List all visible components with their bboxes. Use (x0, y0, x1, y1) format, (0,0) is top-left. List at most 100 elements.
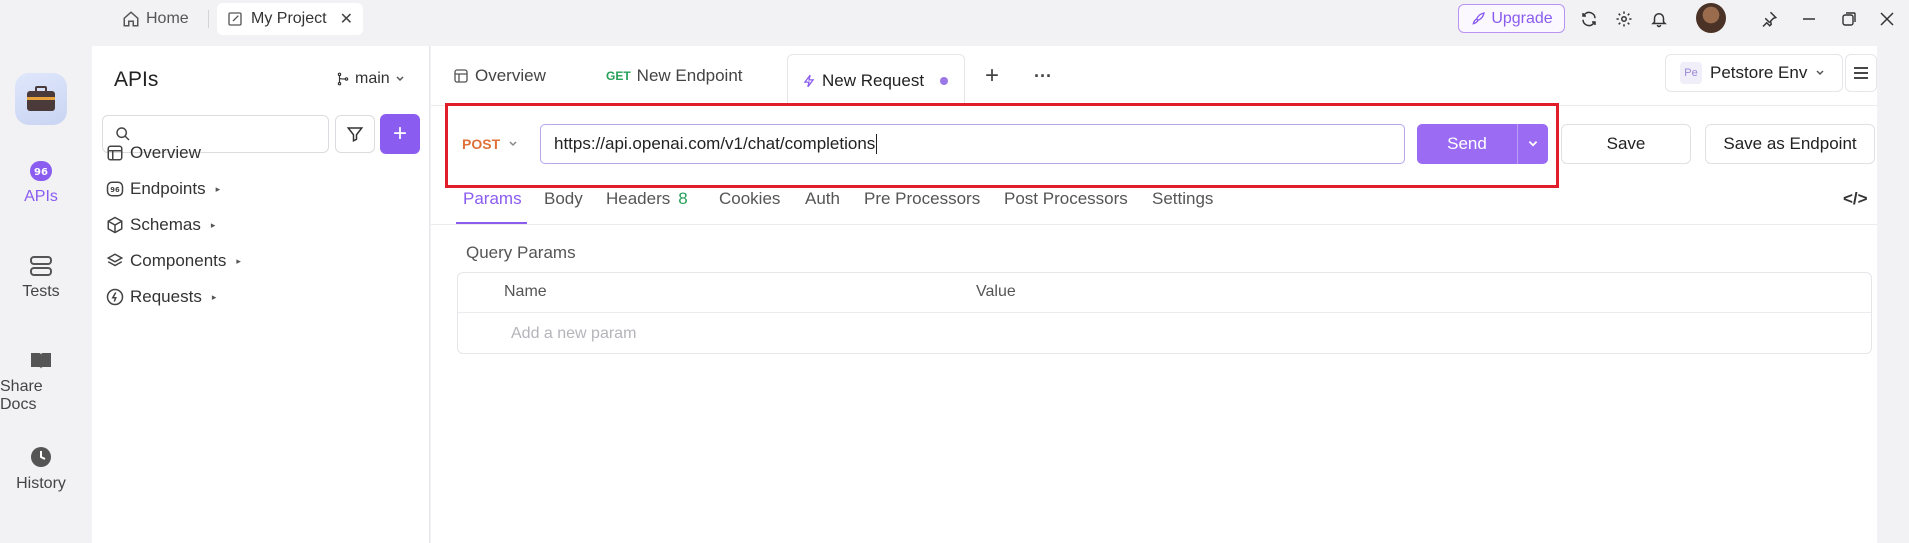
search-icon (115, 126, 131, 142)
upgrade-button[interactable]: Upgrade (1458, 4, 1565, 33)
api-sidebar: APIs main + Overview 96 Endpoints ▸ Sche… (92, 46, 430, 543)
add-tab-button[interactable]: + (985, 58, 999, 94)
svg-text:96: 96 (34, 167, 48, 178)
subtab-label: Headers (606, 189, 671, 208)
unsaved-dot (940, 76, 949, 85)
lightning-icon (802, 73, 816, 89)
subtabs-divider (431, 224, 1877, 225)
pin-icon[interactable] (1758, 8, 1780, 30)
sidebar-item-label: Requests (130, 287, 202, 306)
branch-label: main (355, 70, 390, 87)
overview-icon (453, 68, 469, 84)
query-params-table: Name Value Add a new param (457, 272, 1872, 354)
column-header-value: Value (976, 283, 1016, 300)
branch-icon (336, 72, 350, 86)
hamburger-menu-button[interactable] (1845, 54, 1877, 92)
sidebar-item-label: Overview (130, 143, 201, 162)
home-icon (122, 10, 140, 28)
lightning-icon (106, 288, 124, 306)
subtab-body[interactable]: Body (544, 189, 583, 209)
tab-new-endpoint[interactable]: GET New Endpoint (606, 58, 743, 94)
sidebar-item-label: Schemas (130, 215, 201, 234)
clock-icon (29, 445, 53, 469)
title-bar: Home My Project ✕ Upgrade (0, 0, 1909, 36)
table-header: Name Value (458, 273, 1871, 313)
add-button[interactable]: + (380, 114, 420, 154)
rail-label: History (16, 475, 66, 492)
home-tab-label: Home (146, 10, 189, 27)
layers-icon (106, 252, 124, 270)
sync-icon[interactable] (1578, 8, 1600, 30)
chevron-down-icon (395, 74, 405, 84)
rail-item-history[interactable]: History (0, 445, 82, 493)
sidebar-item-overview[interactable]: Overview (106, 143, 201, 163)
headers-count: 8 (678, 189, 688, 208)
rail-label: APIs (24, 188, 58, 205)
avatar[interactable] (1696, 3, 1726, 33)
restore-icon[interactable] (1838, 8, 1860, 30)
subtab-auth[interactable]: Auth (805, 189, 840, 209)
tests-icon (29, 255, 53, 277)
sidebar-item-requests[interactable]: Requests ▸ (106, 287, 216, 307)
method-badge: GET (606, 69, 631, 83)
environment-selector[interactable]: Pe Petstore Env (1665, 54, 1843, 92)
subtab-params[interactable]: Params (463, 189, 522, 209)
gear-icon[interactable] (1613, 8, 1635, 30)
overview-icon (106, 144, 124, 162)
highlight-box (445, 103, 1559, 188)
tab-new-request[interactable]: New Request (787, 54, 965, 106)
edit-icon (227, 11, 243, 27)
upgrade-label: Upgrade (1491, 9, 1553, 27)
rail-item-apis[interactable]: 96 APIs (0, 160, 82, 206)
more-tabs-button[interactable]: ··· (1034, 58, 1052, 94)
branch-selector[interactable]: main (336, 70, 405, 88)
filter-button[interactable] (335, 115, 375, 153)
caret-right-icon: ▸ (210, 219, 216, 230)
sidebar-item-label: Components (130, 251, 227, 270)
close-tab-icon[interactable]: ✕ (340, 9, 353, 29)
code-icon[interactable]: </> (1843, 189, 1868, 209)
bell-icon[interactable] (1648, 8, 1670, 30)
tab-divider (208, 10, 209, 28)
subtab-pre-processors[interactable]: Pre Processors (864, 189, 980, 209)
close-window-icon[interactable] (1876, 8, 1898, 30)
save-as-endpoint-button[interactable]: Save as Endpoint (1705, 124, 1875, 164)
request-tabs-bar: Overview GET New Endpoint New Request + … (431, 46, 1877, 106)
rail-label: Share Docs (0, 378, 43, 413)
tab-label: New Request (822, 70, 925, 90)
caret-right-icon: ▸ (215, 183, 221, 194)
book-icon (29, 350, 53, 372)
sidebar-item-endpoints[interactable]: 96 Endpoints ▸ (106, 179, 220, 199)
chevron-down-icon (1815, 68, 1825, 78)
environment-badge: Pe (1680, 62, 1702, 84)
column-header-name: Name (504, 283, 547, 300)
project-tab[interactable]: My Project ✕ (217, 3, 363, 35)
sidebar-item-schemas[interactable]: Schemas ▸ (106, 215, 215, 235)
home-tab[interactable]: Home (122, 6, 189, 32)
subtab-post-processors[interactable]: Post Processors (1004, 189, 1128, 209)
subtab-headers[interactable]: Headers 8 (606, 189, 688, 209)
briefcase-icon (27, 86, 55, 111)
api-icon: 96 (29, 160, 53, 182)
sidebar-title: APIs (114, 68, 159, 91)
minimize-icon[interactable] (1798, 8, 1820, 30)
tab-overview[interactable]: Overview (453, 58, 546, 94)
sidebar-item-label: Endpoints (130, 179, 206, 198)
add-param-input[interactable]: Add a new param (511, 325, 636, 343)
active-subtab-indicator (456, 222, 527, 224)
subtab-settings[interactable]: Settings (1152, 189, 1213, 209)
rail-item-share-docs[interactable]: Share Docs (0, 350, 82, 414)
cube-icon (106, 216, 124, 234)
rail-item-tests[interactable]: Tests (0, 255, 82, 301)
subtab-cookies[interactable]: Cookies (719, 189, 780, 209)
tab-label: New Endpoint (636, 66, 743, 85)
api-icon: 96 (106, 180, 124, 198)
save-button[interactable]: Save (1561, 124, 1691, 164)
tab-label: Overview (475, 66, 546, 85)
rocket-icon (1470, 11, 1486, 27)
project-tab-label: My Project (251, 10, 327, 27)
sidebar-item-components[interactable]: Components ▸ (106, 251, 241, 271)
caret-right-icon: ▸ (211, 291, 217, 302)
project-logo[interactable] (15, 73, 67, 125)
svg-text:96: 96 (110, 186, 120, 194)
